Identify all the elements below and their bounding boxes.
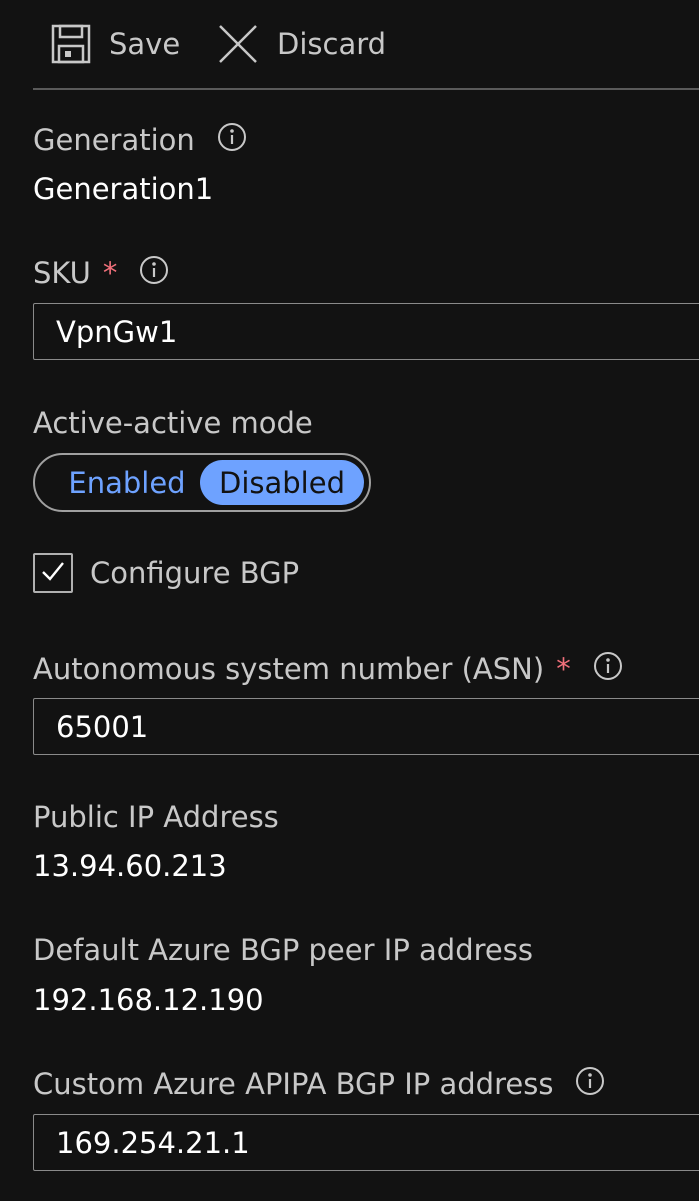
configure-bgp-label: Configure BGP [90, 556, 300, 590]
save-button[interactable]: Save [51, 22, 180, 66]
info-icon[interactable] [217, 122, 247, 159]
generation-label-text: Generation [33, 123, 195, 157]
save-label: Save [109, 27, 181, 61]
asn-label: Autonomous system number (ASN) * [33, 648, 623, 690]
required-marker: * [556, 652, 571, 686]
required-marker: * [102, 256, 118, 290]
checkmark-icon [39, 557, 67, 589]
sku-label: SKU * [33, 252, 169, 294]
sku-label-text: SKU [33, 256, 91, 290]
active-active-label-text: Active-active mode [33, 406, 313, 440]
asn-label-text: Autonomous system number (ASN) [33, 652, 545, 686]
generation-value: Generation1 [33, 172, 214, 206]
info-icon[interactable] [593, 651, 623, 688]
asn-value: 65001 [56, 709, 149, 744]
custom-apipa-label-text: Custom Azure APIPA BGP IP address [33, 1067, 554, 1101]
default-bgp-peer-label: Default Azure BGP peer IP address [33, 929, 533, 971]
info-icon[interactable] [575, 1066, 605, 1103]
active-active-label: Active-active mode [33, 402, 313, 444]
command-bar: Save Discard [33, 0, 699, 90]
discard-button[interactable]: Discard [217, 22, 386, 66]
save-icon [51, 24, 91, 64]
custom-apipa-input[interactable]: 169.254.21.1 [33, 1114, 699, 1171]
configure-bgp-checkbox[interactable] [33, 553, 73, 593]
info-icon[interactable] [139, 255, 169, 292]
default-bgp-peer-label-text: Default Azure BGP peer IP address [33, 933, 533, 967]
generation-label: Generation [33, 119, 247, 161]
custom-apipa-label: Custom Azure APIPA BGP IP address [33, 1063, 605, 1105]
sku-dropdown[interactable]: VpnGw1 [33, 303, 699, 360]
public-ip-value: 13.94.60.213 [33, 849, 227, 883]
custom-apipa-value: 169.254.21.1 [56, 1125, 250, 1160]
configure-bgp-row[interactable]: Configure BGP [33, 552, 299, 594]
asn-input[interactable]: 65001 [33, 698, 699, 755]
toggle-option-enabled[interactable]: Enabled [47, 460, 207, 505]
discard-label: Discard [277, 27, 387, 61]
public-ip-label-text: Public IP Address [33, 800, 279, 834]
sku-value: VpnGw1 [56, 314, 178, 349]
default-bgp-peer-value: 192.168.12.190 [33, 983, 264, 1017]
toggle-option-disabled[interactable]: Disabled [200, 460, 364, 505]
close-icon [217, 23, 259, 65]
public-ip-label: Public IP Address [33, 796, 279, 838]
active-active-toggle: Enabled Disabled [33, 453, 371, 512]
